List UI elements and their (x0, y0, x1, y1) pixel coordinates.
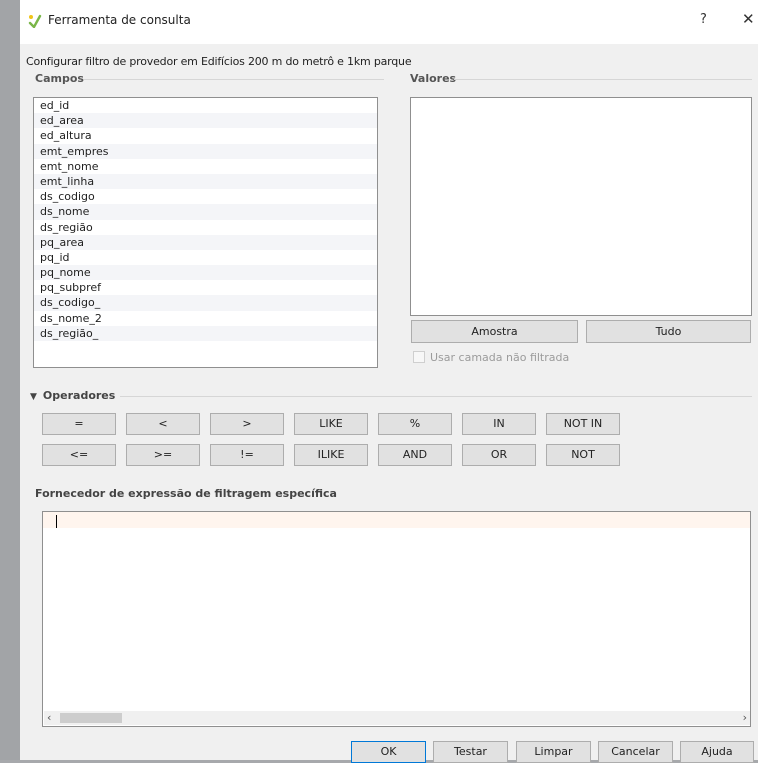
field-item[interactable]: emt_nome (34, 159, 377, 174)
fields-divider (84, 79, 384, 80)
field-item[interactable]: ed_altura (34, 128, 377, 143)
expression-label: Fornecedor de expressão de filtragem esp… (35, 487, 337, 500)
operator-not-in-button[interactable]: NOT IN (546, 413, 620, 435)
scroll-left-icon[interactable]: ‹ (47, 711, 51, 724)
field-item[interactable]: emt_empres (34, 143, 377, 159)
filter-description: Configurar filtro de provedor em Edifíci… (26, 55, 412, 68)
horizontal-scrollbar[interactable]: ‹ › (44, 711, 750, 725)
field-item[interactable]: ds_nome (34, 204, 377, 220)
field-item[interactable]: ed_area (34, 113, 377, 129)
operator-ilike-button[interactable]: ILIKE (294, 444, 368, 466)
unfiltered-layer-checkbox[interactable] (413, 351, 425, 363)
field-item[interactable]: ds_região_ (34, 325, 377, 341)
operator-not-button[interactable]: NOT (546, 444, 620, 466)
all-button[interactable]: Tudo (586, 320, 751, 343)
field-item[interactable]: pq_area (34, 234, 377, 250)
operators-header[interactable]: ▼ Operadores (30, 389, 115, 402)
operator-equals-button[interactable]: = (42, 413, 116, 435)
field-item[interactable]: pq_subpref (34, 280, 377, 295)
close-icon[interactable]: ✕ (742, 10, 755, 28)
window-title: Ferramenta de consulta (48, 13, 191, 27)
operator-like-button[interactable]: LIKE (294, 413, 368, 435)
query-builder-dialog: Ferramenta de consulta ? ✕ Configurar fi… (20, 0, 758, 763)
field-item[interactable]: ds_codigo_ (34, 295, 377, 311)
text-caret (56, 515, 57, 528)
triangle-down-icon: ▼ (30, 392, 37, 402)
values-group-label: Valores (410, 72, 457, 85)
fields-group-label: Campos (35, 72, 84, 85)
operator-less-than-button[interactable]: < (126, 413, 200, 435)
operator-percent-button[interactable]: % (378, 413, 452, 435)
operator-or-button[interactable]: OR (462, 444, 536, 466)
field-item[interactable]: emt_linha (34, 173, 377, 190)
field-item[interactable]: ds_codigo (34, 189, 377, 204)
fields-list[interactable]: ed_id ed_area ed_altura emt_empres emt_nome e… (33, 97, 378, 368)
unfiltered-layer-label: Usar camada não filtrada (430, 351, 570, 364)
field-item[interactable]: ds_região (34, 220, 377, 235)
operator-greater-equal-button[interactable]: >= (126, 444, 200, 466)
sample-button[interactable]: Amostra (411, 320, 578, 343)
field-item[interactable]: ds_nome_2 (34, 311, 377, 326)
values-divider (454, 79, 752, 80)
operators-divider (120, 396, 752, 397)
values-list[interactable] (410, 97, 752, 316)
operators-label: Operadores (42, 389, 116, 402)
operator-in-button[interactable]: IN (462, 413, 536, 435)
background-strip (0, 0, 20, 760)
field-item[interactable]: pq_id (34, 250, 377, 265)
expression-editor[interactable]: ‹ › (42, 511, 751, 727)
scroll-right-icon[interactable]: › (743, 711, 747, 724)
title-bar: Ferramenta de consulta ? ✕ (20, 0, 758, 44)
current-line-highlight (43, 512, 750, 528)
qgis-filter-icon (28, 14, 42, 28)
field-item[interactable]: pq_nome (34, 265, 377, 281)
operator-and-button[interactable]: AND (378, 444, 452, 466)
operator-less-equal-button[interactable]: <= (42, 444, 116, 466)
operator-greater-than-button[interactable]: > (210, 413, 284, 435)
operator-not-equal-button[interactable]: != (210, 444, 284, 466)
help-icon[interactable]: ? (700, 12, 707, 27)
scrollbar-thumb[interactable] (60, 713, 122, 723)
field-item[interactable]: ed_id (34, 98, 377, 113)
